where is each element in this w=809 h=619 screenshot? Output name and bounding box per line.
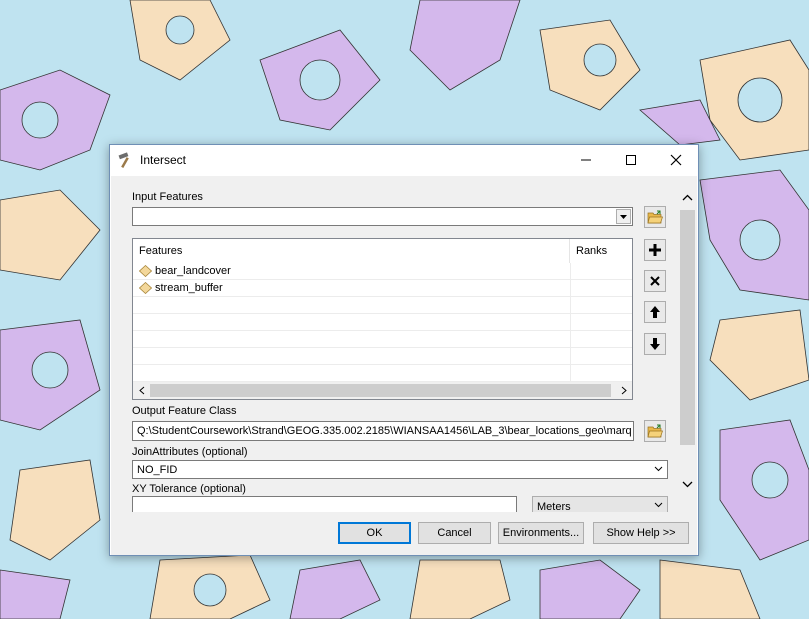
environments-button[interactable]: Environments... bbox=[498, 522, 584, 544]
input-features-combo[interactable] bbox=[132, 207, 633, 226]
rank-divider bbox=[570, 263, 571, 280]
window-title: Intersect bbox=[140, 153, 187, 167]
arrow-down-icon bbox=[650, 338, 660, 350]
maximize-icon bbox=[625, 155, 636, 165]
feature-name: bear_landcover bbox=[155, 265, 231, 277]
scroll-right-button[interactable] bbox=[615, 384, 632, 397]
scrollbar-thumb[interactable] bbox=[150, 384, 611, 397]
dropdown-button[interactable] bbox=[616, 209, 631, 224]
move-down-button[interactable] bbox=[644, 333, 666, 355]
minimize-button[interactable] bbox=[563, 145, 608, 175]
close-button[interactable] bbox=[653, 145, 698, 175]
table-horizontal-scrollbar[interactable] bbox=[133, 382, 632, 399]
polygon-feature-icon bbox=[139, 282, 152, 294]
table-row-empty bbox=[133, 297, 632, 314]
close-icon bbox=[670, 154, 681, 166]
hammer-icon bbox=[118, 152, 129, 168]
browse-output-button[interactable] bbox=[644, 420, 666, 442]
rank-divider bbox=[570, 280, 571, 297]
table-row[interactable]: stream_buffer bbox=[133, 280, 632, 297]
browse-input-button[interactable] bbox=[644, 206, 666, 228]
table-row-empty bbox=[133, 365, 632, 382]
scrollbar-thumb[interactable] bbox=[680, 210, 695, 445]
join-attributes-label: JoinAttributes (optional) bbox=[132, 446, 248, 458]
x-icon bbox=[650, 276, 660, 286]
add-row-button[interactable] bbox=[644, 239, 666, 261]
chevron-down-icon bbox=[682, 481, 693, 488]
input-features-table: Features Ranks bear_landcover stream_buf… bbox=[132, 238, 633, 400]
show-help-button[interactable]: Show Help >> bbox=[593, 522, 689, 544]
scroll-left-button[interactable] bbox=[133, 384, 150, 397]
title-bar[interactable]: Intersect bbox=[110, 145, 698, 175]
output-feature-class-value: Q:\StudentCoursework\Strand\GEOG.335.002… bbox=[137, 425, 631, 437]
chevron-left-icon bbox=[138, 386, 144, 395]
parameters-panel: Input Features Features Ranks bear_landc… bbox=[111, 176, 697, 514]
table-row-empty bbox=[133, 314, 632, 331]
output-feature-class-label: Output Feature Class bbox=[132, 405, 237, 417]
table-row[interactable]: bear_landcover bbox=[133, 263, 632, 280]
feature-name: stream_buffer bbox=[155, 282, 223, 294]
chevron-right-icon bbox=[621, 386, 627, 395]
table-row-empty bbox=[133, 348, 632, 365]
ok-button[interactable]: OK bbox=[338, 522, 411, 544]
chevron-up-icon bbox=[682, 194, 693, 201]
join-attributes-select[interactable]: NO_FID bbox=[132, 460, 668, 479]
maximize-button[interactable] bbox=[608, 145, 653, 175]
chevron-down-icon bbox=[620, 214, 627, 219]
table-row-empty bbox=[133, 331, 632, 348]
output-feature-class-field[interactable]: Q:\StudentCoursework\Strand\GEOG.335.002… bbox=[132, 421, 634, 441]
ranks-column-header[interactable]: Ranks bbox=[570, 239, 632, 263]
open-folder-icon bbox=[647, 210, 663, 224]
button-bar: OK Cancel Environments... Show Help >> bbox=[111, 512, 697, 555]
plus-icon bbox=[649, 244, 661, 256]
arrow-up-icon bbox=[650, 306, 660, 318]
cancel-button[interactable]: Cancel bbox=[418, 522, 491, 544]
xy-tolerance-label: XY Tolerance (optional) bbox=[132, 483, 246, 495]
features-column-header[interactable]: Features bbox=[133, 239, 570, 263]
intersect-dialog: Intersect Input Features Features Ranks … bbox=[109, 144, 699, 556]
scroll-up-button[interactable] bbox=[680, 190, 695, 205]
minimize-icon bbox=[580, 159, 591, 161]
polygon-feature-icon bbox=[139, 265, 152, 277]
join-attributes-value: NO_FID bbox=[137, 464, 178, 476]
dialog-body: Input Features Features Ranks bear_landc… bbox=[111, 176, 697, 555]
move-up-button[interactable] bbox=[644, 301, 666, 323]
open-folder-icon bbox=[647, 424, 663, 438]
chevron-down-icon bbox=[654, 502, 663, 508]
scroll-down-button[interactable] bbox=[680, 477, 695, 492]
panel-vertical-scrollbar[interactable] bbox=[680, 190, 695, 512]
input-features-label: Input Features bbox=[132, 191, 203, 203]
chevron-down-icon bbox=[654, 466, 663, 472]
remove-row-button[interactable] bbox=[644, 270, 666, 292]
